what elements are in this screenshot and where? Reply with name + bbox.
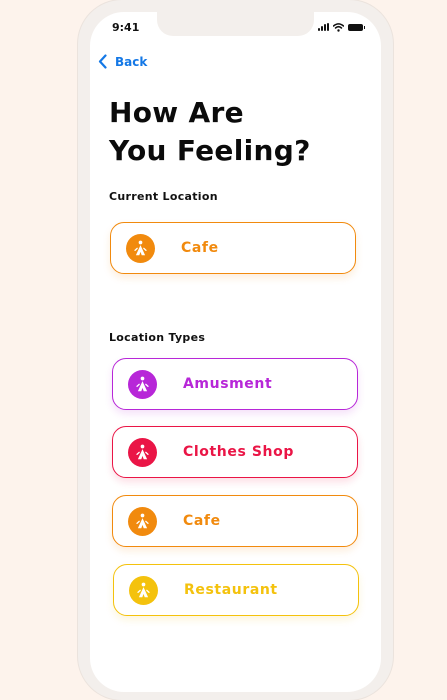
wifi-icon <box>333 22 344 32</box>
status-icons <box>318 22 365 32</box>
chevron-left-icon <box>98 54 107 69</box>
person-walking-icon <box>128 506 157 536</box>
location-type-clothes-shop[interactable]: Clothes Shop <box>112 426 358 478</box>
location-type-restaurant[interactable]: Restaurant <box>113 564 359 616</box>
page-title: How Are You Feeling? <box>109 94 311 170</box>
back-label: Back <box>115 54 148 69</box>
person-walking-icon <box>128 437 157 467</box>
person-walking-icon <box>128 369 157 399</box>
location-type-amusment[interactable]: Amusment <box>112 358 358 410</box>
location-type-label: Amusment <box>183 376 273 392</box>
phone-notch <box>157 12 314 36</box>
person-walking-icon <box>126 233 155 263</box>
location-type-label: Restaurant <box>184 582 278 598</box>
location-type-label: Cafe <box>183 513 221 529</box>
signal-icon <box>318 23 329 31</box>
status-time: 9:41 <box>112 21 140 34</box>
person-walking-icon <box>129 575 158 605</box>
current-location-card[interactable]: Cafe <box>110 222 356 274</box>
current-location-label: Cafe <box>181 240 219 256</box>
page-title-line-1: How Are <box>109 96 244 129</box>
location-type-label: Clothes Shop <box>183 444 294 460</box>
location-types-heading: Location Types <box>109 331 206 344</box>
back-button[interactable]: Back <box>98 54 147 69</box>
page-title-line-2: You Feeling? <box>109 134 311 167</box>
location-type-cafe[interactable]: Cafe <box>112 495 358 547</box>
battery-icon <box>348 23 365 31</box>
current-location-heading: Current Location <box>109 190 218 203</box>
